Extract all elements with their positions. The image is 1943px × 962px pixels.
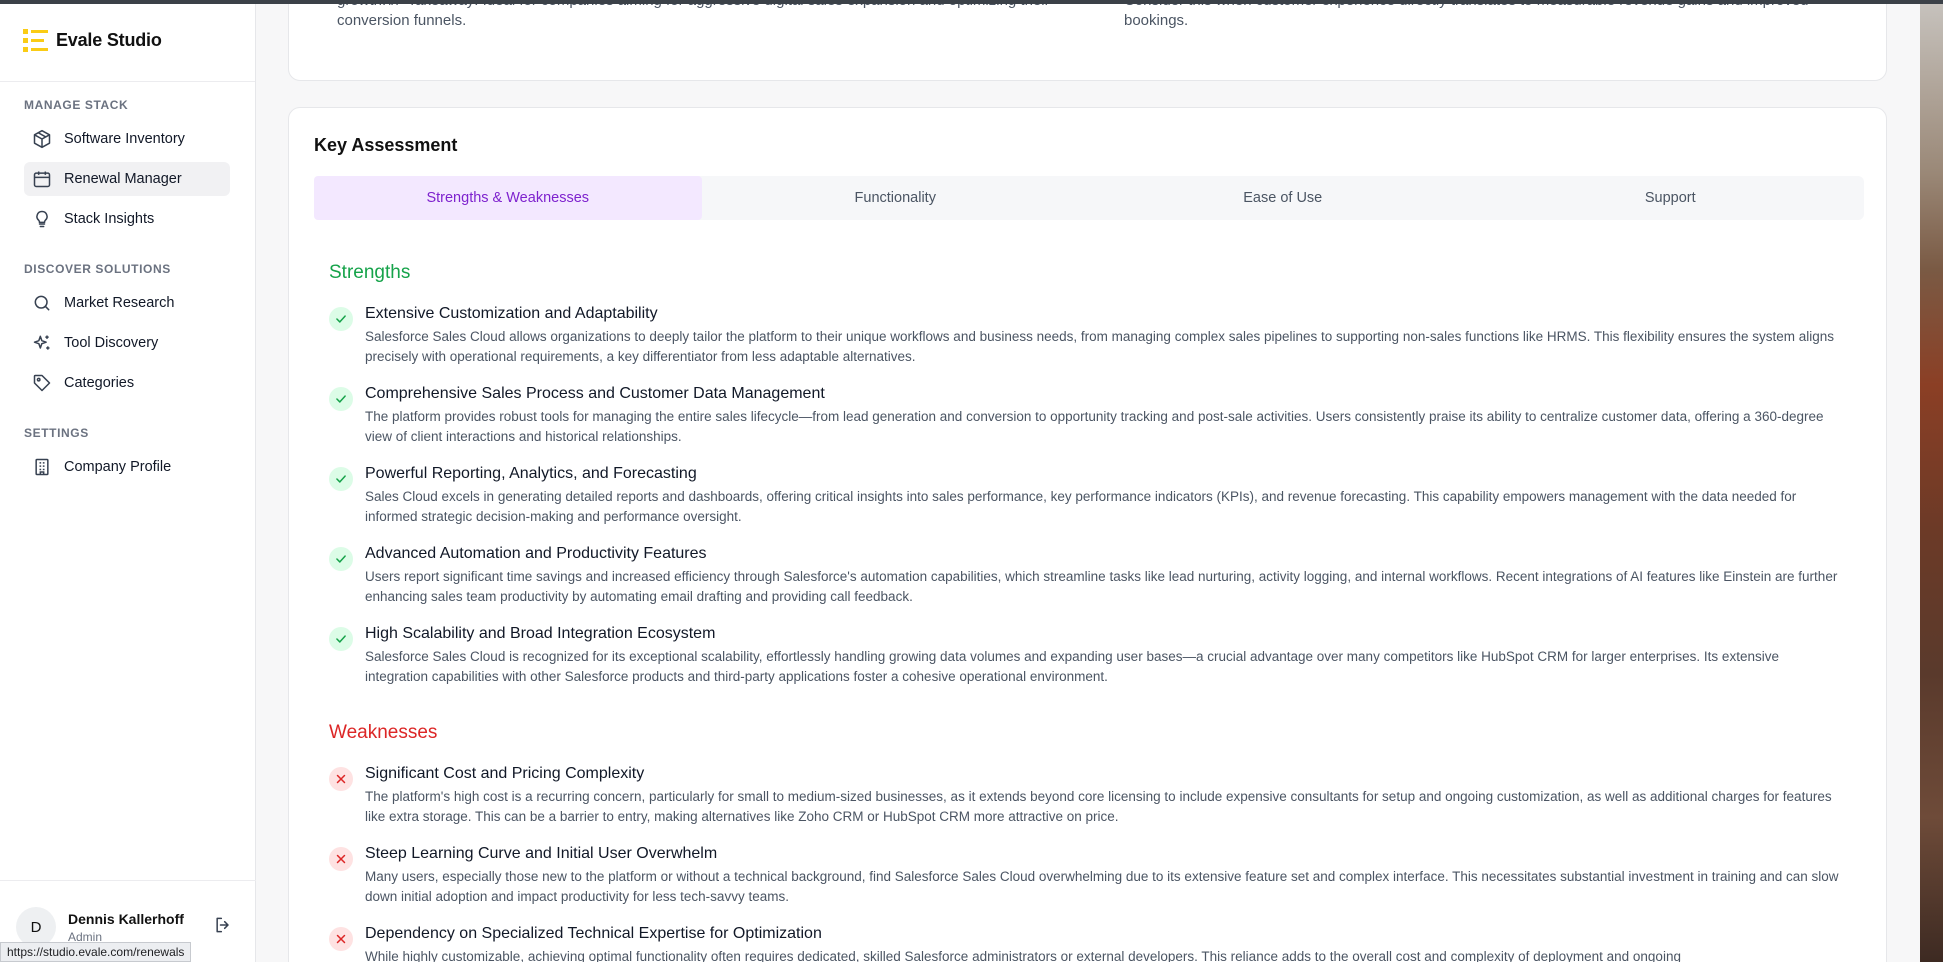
sidebar-item-label: Market Research: [64, 295, 175, 311]
summary-left-text: growth.\n- Takeaway: Ideal for companies…: [337, 0, 1050, 29]
item-desc: Sales Cloud excels in generating detaile…: [365, 489, 1797, 524]
x-icon: [329, 927, 353, 951]
sidebar-item-label: Stack Insights: [64, 211, 155, 227]
item-title: Steep Learning Curve and Initial User Ov…: [365, 845, 718, 862]
sidebar-item-label: Categories: [64, 375, 135, 391]
sidebar-item-market-research[interactable]: Market Research: [24, 286, 230, 320]
item-desc: Salesforce Sales Cloud is recognized for…: [365, 649, 1779, 684]
sidebar: Evale Studio MANAGE STACK Software Inven…: [0, 0, 256, 962]
tab-functionality[interactable]: Functionality: [702, 176, 1090, 220]
sidebar-item-stack-insights[interactable]: Stack Insights: [24, 202, 230, 236]
tab-support[interactable]: Support: [1477, 176, 1865, 220]
status-url: https://studio.evale.com/renewals: [0, 942, 192, 962]
check-icon: [329, 627, 353, 651]
x-icon: [329, 767, 353, 791]
avatar[interactable]: D: [16, 907, 56, 947]
item-desc: Many users, especially those new to the …: [365, 869, 1839, 904]
sparkles-icon: [32, 333, 52, 353]
top-border: [0, 0, 1943, 4]
sidebar-item-label: Renewal Manager: [64, 171, 182, 187]
key-assessment-card: Key Assessment Strengths & Weaknesses Fu…: [288, 107, 1887, 962]
item-desc: Salesforce Sales Cloud allows organizati…: [365, 329, 1834, 364]
item-title: Powerful Reporting, Analytics, and Forec…: [365, 465, 697, 482]
brand[interactable]: Evale Studio: [0, 0, 255, 82]
building-icon: [32, 457, 52, 477]
sidebar-item-company-profile[interactable]: Company Profile: [24, 450, 230, 484]
item-desc: The platform's high cost is a recurring …: [365, 789, 1832, 824]
strengths-heading: Strengths: [329, 262, 411, 283]
sidebar-item-categories[interactable]: Categories: [24, 366, 230, 400]
item-desc: Users report significant time savings an…: [365, 569, 1838, 604]
sidebar-item-software-inventory[interactable]: Software Inventory: [24, 122, 230, 156]
brand-name: Evale Studio: [56, 30, 162, 50]
section-discover-solutions: DISCOVER SOLUTIONS: [24, 262, 171, 276]
sidebar-item-label: Software Inventory: [64, 131, 185, 147]
sidebar-item-label: Company Profile: [64, 459, 172, 475]
section-settings: SETTINGS: [24, 426, 89, 440]
lightbulb-icon: [32, 209, 52, 229]
check-icon: [329, 307, 353, 331]
item-title: Extensive Customization and Adaptability: [365, 305, 658, 322]
calendar-icon: [32, 169, 52, 189]
item-title: Significant Cost and Pricing Complexity: [365, 765, 645, 782]
sidebar-item-renewal-manager[interactable]: Renewal Manager: [24, 162, 230, 196]
item-title: Comprehensive Sales Process and Customer…: [365, 385, 825, 402]
check-icon: [329, 387, 353, 411]
tag-icon: [32, 373, 52, 393]
logout-icon[interactable]: [213, 915, 233, 935]
search-icon: [32, 293, 52, 313]
check-icon: [329, 547, 353, 571]
tab-ease-of-use[interactable]: Ease of Use: [1089, 176, 1477, 220]
sidebar-item-label: Tool Discovery: [64, 335, 159, 351]
item-desc: While highly customizable, achieving opt…: [365, 949, 1681, 962]
summary-right-text: Consider this when customer experience d…: [1124, 0, 1809, 29]
item-title: Dependency on Specialized Technical Expe…: [365, 925, 822, 942]
box-icon: [32, 129, 52, 149]
user-name: Dennis Kallerhoff: [68, 911, 184, 927]
item-title: High Scalability and Broad Integration E…: [365, 625, 716, 642]
section-manage-stack: MANAGE STACK: [24, 98, 129, 112]
assessment-tabs: Strengths & Weaknesses Functionality Eas…: [314, 176, 1864, 220]
logo-icon: [23, 28, 48, 53]
tab-strengths-weaknesses[interactable]: Strengths & Weaknesses: [314, 176, 702, 220]
weaknesses-heading: Weaknesses: [329, 722, 438, 743]
check-icon: [329, 467, 353, 491]
background-photo-strip: [1920, 0, 1943, 962]
summary-card: growth.\n- Takeaway: Ideal for companies…: [288, 0, 1887, 81]
sidebar-item-tool-discovery[interactable]: Tool Discovery: [24, 326, 230, 360]
card-title: Key Assessment: [314, 135, 458, 155]
x-icon: [329, 847, 353, 871]
item-title: Advanced Automation and Productivity Fea…: [365, 545, 707, 562]
item-desc: The platform provides robust tools for m…: [365, 409, 1824, 444]
